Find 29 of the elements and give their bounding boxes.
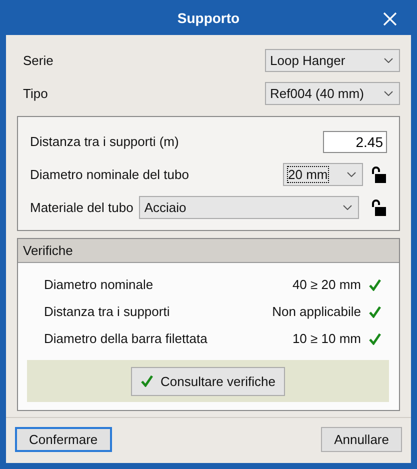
padlock-icon[interactable] [371, 198, 387, 216]
consult-button[interactable]: Consultare verifiche [130, 366, 286, 396]
input-field[interactable]: 2.45 [323, 130, 387, 152]
caret-icon [343, 205, 352, 210]
check-label: Diametro della barra filettata [44, 331, 208, 346]
check-label: Distanza tra i supporti [44, 304, 170, 319]
close-icon[interactable] [383, 12, 397, 26]
dropdown[interactable]: Loop Hanger [265, 49, 400, 72]
check-label: Diametro nominale [44, 277, 154, 292]
dropdown[interactable]: Acciaio [139, 196, 360, 219]
caret-icon [384, 58, 393, 63]
field-label: Materiale del tubo [30, 200, 134, 215]
check-result: 40 ≥ 20 mm [292, 277, 361, 292]
field-label: Distanza tra i supporti (m) [30, 134, 179, 149]
window-title: Supporto [177, 10, 240, 26]
field-label: Diametro nominale del tubo [30, 167, 189, 182]
confirm-button[interactable]: Confermare [15, 427, 112, 452]
padlock-icon[interactable] [371, 166, 387, 184]
field-label: Serie [23, 53, 54, 68]
check-result: Non applicabile [272, 304, 361, 319]
caret-icon [347, 172, 356, 177]
caret-icon [384, 91, 393, 96]
dropdown[interactable]: Ref004 (40 mm) [265, 82, 400, 105]
check-result: 10 ≥ 10 mm [292, 331, 361, 346]
panel-header: Verifiche [18, 239, 399, 263]
checkmark-icon [140, 375, 153, 387]
cancel-button[interactable]: Annullare [321, 427, 402, 452]
field-label: Tipo [23, 86, 48, 101]
dropdown[interactable]: 20 mm [283, 163, 363, 186]
